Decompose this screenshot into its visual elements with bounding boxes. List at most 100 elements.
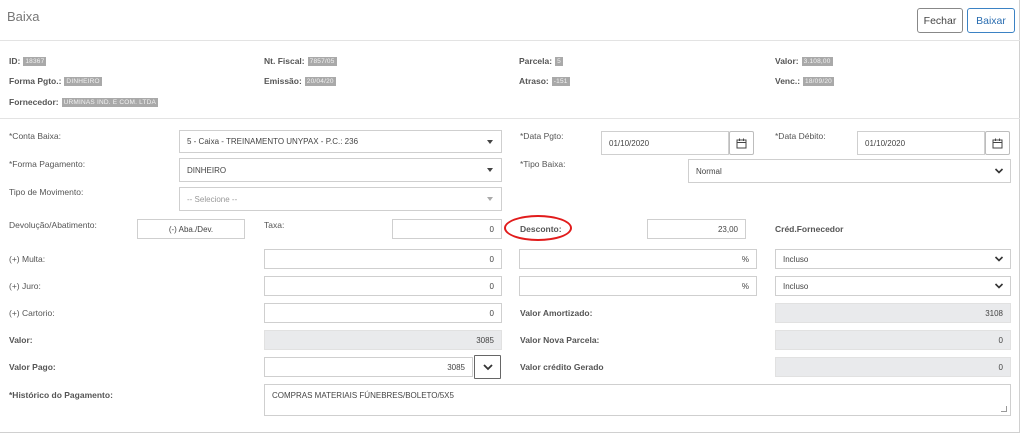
valor-label: Valor: xyxy=(9,335,33,345)
juro-percent-input[interactable]: % xyxy=(519,276,757,296)
forma-pagamento-label: *Forma Pagamento: xyxy=(9,159,86,169)
taxa-label: Taxa: xyxy=(264,220,285,230)
multa-option-select[interactable]: Incluso xyxy=(775,249,1011,269)
juro-label: (+) Juro: xyxy=(9,281,41,291)
info-divider xyxy=(0,118,1020,119)
info-id: ID: 18367 xyxy=(9,56,47,66)
info-nf-label: Nt. Fiscal: xyxy=(264,56,305,66)
info-id-label: ID: xyxy=(9,56,21,66)
info-fornecedor-value: URMINAS IND. E COM. LTDA xyxy=(61,97,159,107)
data-pgto-value: 01/10/2020 xyxy=(609,138,650,148)
cred-fornecedor-label: Créd.Fornecedor xyxy=(775,224,844,234)
valor-credito-label: Valor crédito Gerado xyxy=(520,362,604,372)
resize-handle-icon[interactable] xyxy=(1001,406,1007,412)
forma-pagamento-select[interactable]: DINHEIRO xyxy=(179,158,502,182)
info-atraso-label: Atraso: xyxy=(519,76,549,86)
calendar-icon xyxy=(992,138,1003,148)
valor-value: 3085 xyxy=(476,335,494,345)
chevron-down-icon xyxy=(482,364,493,371)
multa-input[interactable]: 0 xyxy=(264,249,502,269)
chevron-down-icon xyxy=(994,168,1004,174)
devolucao-button[interactable]: (-) Aba./Dev. xyxy=(137,219,245,239)
info-venc: Venc.: 18/09/20 xyxy=(775,76,834,86)
submit-button[interactable]: Baixar xyxy=(967,8,1015,33)
info-valor: Valor: 3.108,00 xyxy=(775,56,833,66)
tipo-baixa-select[interactable]: Normal xyxy=(688,159,1011,183)
historico-value: COMPRAS MATERIAIS FÚNEBRES/BOLETO/5X5 xyxy=(272,391,454,400)
desconto-input[interactable]: 23,00 xyxy=(647,219,746,239)
close-button[interactable]: Fechar xyxy=(917,8,963,33)
tipo-baixa-value: Normal xyxy=(696,166,722,176)
data-debito-value: 01/10/2020 xyxy=(865,138,906,148)
info-valor-label: Valor: xyxy=(775,56,799,66)
info-forma-value: DINHEIRO xyxy=(64,76,102,86)
forma-pagamento-value: DINHEIRO xyxy=(187,165,227,175)
cartorio-value: 0 xyxy=(489,308,494,318)
juro-input[interactable]: 0 xyxy=(264,276,502,296)
devolucao-label: Devolução/Abatimento: xyxy=(9,220,97,230)
info-valor-value: 3.108,00 xyxy=(801,56,833,66)
info-venc-value: 18/09/20 xyxy=(803,76,834,86)
valor-pago-input[interactable]: 3085 xyxy=(264,357,473,377)
info-parcela-value: 5 xyxy=(555,56,563,66)
chevron-down-icon xyxy=(994,256,1004,262)
valor-nova-parcela-label: Valor Nova Parcela: xyxy=(520,335,600,345)
data-debito-label: *Data Débito: xyxy=(775,131,826,141)
info-nf: Nt. Fiscal: 7857/05 xyxy=(264,56,337,66)
caret-down-icon xyxy=(487,168,493,172)
multa-label: (+) Multa: xyxy=(9,254,46,264)
multa-option-value: Incluso xyxy=(783,254,809,264)
caret-down-icon xyxy=(487,197,493,201)
taxa-input[interactable]: 0 xyxy=(392,219,502,239)
devolucao-button-label: (-) Aba./Dev. xyxy=(168,224,214,234)
valor-amortizado-value: 3108 xyxy=(985,308,1003,318)
valor-amortizado-label: Valor Amortizado: xyxy=(520,308,593,318)
conta-baixa-label: *Conta Baixa: xyxy=(9,131,61,141)
data-pgto-label: *Data Pgto: xyxy=(520,131,564,141)
historico-label: *Histórico do Pagamento: xyxy=(9,390,113,400)
valor-amortizado-field: 3108 xyxy=(775,303,1011,323)
highlight-annotation-circle xyxy=(504,215,572,241)
info-venc-label: Venc.: xyxy=(775,76,801,86)
info-forma: Forma Pgto.: DINHEIRO xyxy=(9,76,102,86)
valor-pago-label: Valor Pago: xyxy=(9,362,56,372)
juro-option-value: Incluso xyxy=(783,281,809,291)
valor-credito-field: 0 xyxy=(775,357,1011,377)
data-pgto-input[interactable]: 01/10/2020 xyxy=(601,131,729,155)
cartorio-input[interactable]: 0 xyxy=(264,303,502,323)
tipo-movimento-placeholder: -- Selecione -- xyxy=(187,194,238,204)
juro-option-select[interactable]: Incluso xyxy=(775,276,1011,296)
taxa-value: 0 xyxy=(489,224,494,234)
desconto-value: 23,00 xyxy=(717,224,738,234)
info-atraso: Atraso: -151 xyxy=(519,76,570,86)
valor-nova-parcela-value: 0 xyxy=(998,335,1003,345)
conta-baixa-value: 5 - Caixa - TREINAMENTO UNYPAX - P.C.: 2… xyxy=(187,137,359,146)
valor-credito-value: 0 xyxy=(998,362,1003,372)
historico-textarea[interactable]: COMPRAS MATERIAIS FÚNEBRES/BOLETO/5X5 xyxy=(264,384,1011,416)
header-divider xyxy=(0,40,1020,41)
calendar-icon xyxy=(736,138,747,148)
info-nf-value: 7857/05 xyxy=(307,56,337,66)
info-fornecedor: Fornecedor: URMINAS IND. E COM. LTDA xyxy=(9,97,159,107)
multa-percent-input[interactable]: % xyxy=(519,249,757,269)
valor-pago-dropdown-button[interactable] xyxy=(474,355,501,379)
tipo-movimento-select[interactable]: -- Selecione -- xyxy=(179,187,502,211)
tipo-baixa-label: *Tipo Baixa: xyxy=(520,159,566,169)
tipo-movimento-label: Tipo de Movimento: xyxy=(9,187,84,197)
valor-pago-value: 3085 xyxy=(447,362,465,372)
info-id-value: 18367 xyxy=(23,56,47,66)
juro-value: 0 xyxy=(489,281,494,291)
info-atraso-value: -151 xyxy=(551,76,570,86)
juro-percent-suffix: % xyxy=(741,281,749,291)
data-debito-calendar-button[interactable] xyxy=(985,131,1010,155)
multa-percent-suffix: % xyxy=(741,254,749,264)
conta-baixa-select[interactable]: 5 - Caixa - TREINAMENTO UNYPAX - P.C.: 2… xyxy=(179,130,502,153)
info-fornecedor-label: Fornecedor: xyxy=(9,97,59,107)
chevron-down-icon xyxy=(994,283,1004,289)
valor-nova-parcela-field: 0 xyxy=(775,330,1011,350)
data-pgto-calendar-button[interactable] xyxy=(729,131,754,155)
caret-down-icon xyxy=(487,139,493,144)
info-emissao: Emissão: 20/04/20 xyxy=(264,76,336,86)
data-debito-input[interactable]: 01/10/2020 xyxy=(857,131,985,155)
info-parcela-label: Parcela: xyxy=(519,56,553,66)
